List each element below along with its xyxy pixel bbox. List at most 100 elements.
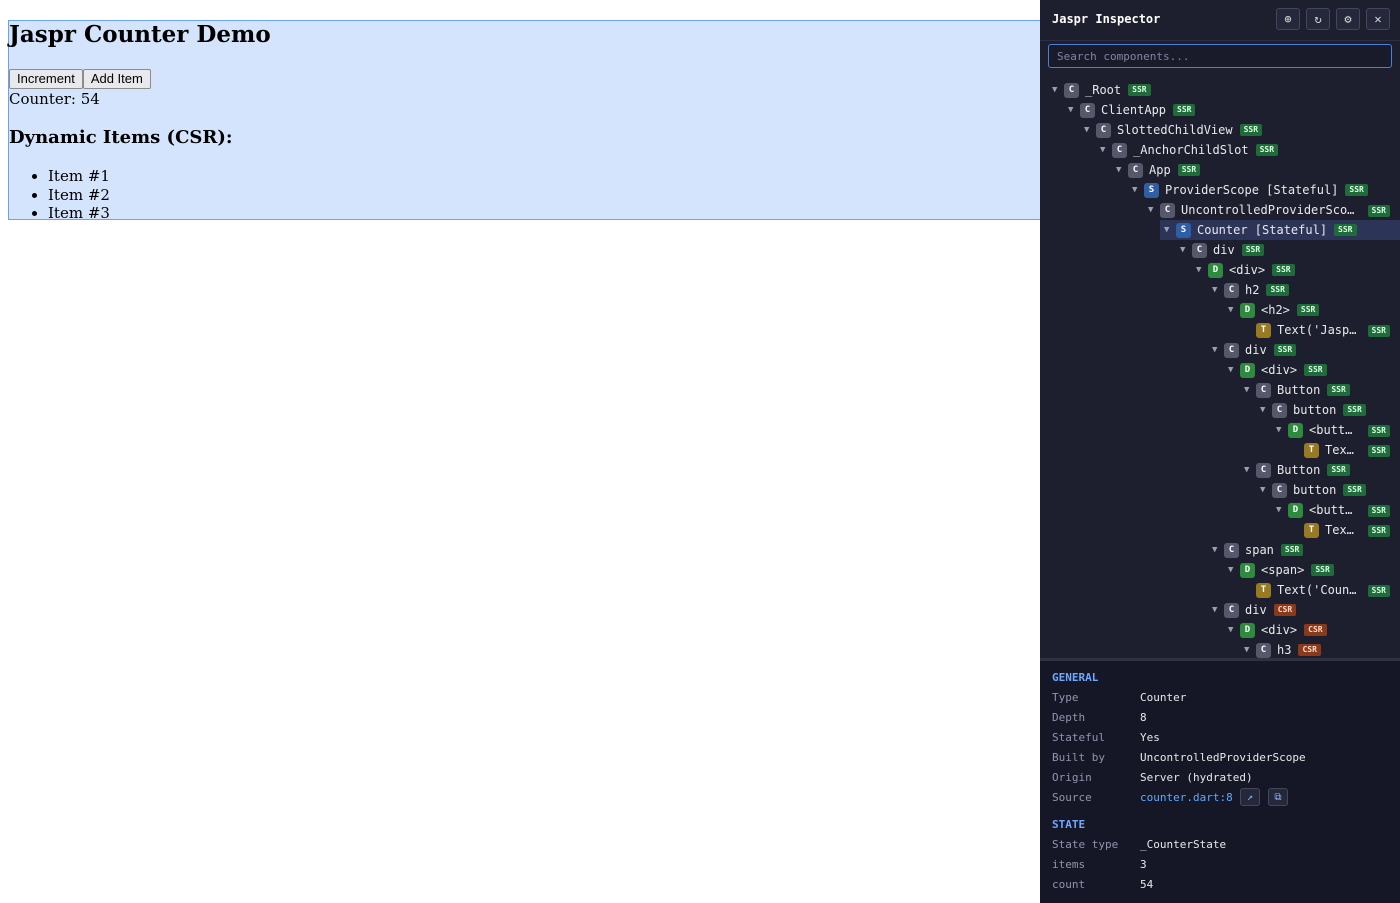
tree-node-row[interactable]: ▼ C UncontrolledProviderSco… SSR xyxy=(1040,200,1400,220)
node-kind-badge: C xyxy=(1224,542,1239,558)
render-mode-badge: SSR xyxy=(1334,224,1357,236)
tree-node-label: <butt… xyxy=(1309,423,1353,437)
expand-caret-icon[interactable]: ▼ xyxy=(1276,425,1288,435)
tree-node-row[interactable]: ▼ D <div> SSR xyxy=(1040,360,1400,380)
tree-node-row[interactable]: T Tex… SSR xyxy=(1040,520,1400,540)
tree-node-row[interactable]: ▼ S Counter [Stateful] SSR xyxy=(1040,220,1400,240)
tree-node-row[interactable]: ▼ C Button SSR xyxy=(1040,460,1400,480)
render-mode-badge: SSR xyxy=(1345,184,1368,196)
tree-node-label: UncontrolledProviderSco… xyxy=(1181,203,1355,217)
node-kind-badge: D xyxy=(1240,362,1255,378)
expand-caret-icon[interactable]: ▼ xyxy=(1148,205,1160,215)
expand-caret-icon[interactable]: ▼ xyxy=(1100,145,1112,155)
tree-node-label: SlottedChildView xyxy=(1117,123,1233,137)
tree-node-label: <div> xyxy=(1261,623,1298,637)
tree-node-row[interactable]: ▼ C _AnchorChildSlot SSR xyxy=(1040,140,1400,160)
node-kind-badge: T xyxy=(1256,582,1271,598)
close-icon[interactable]: ✕ xyxy=(1366,8,1390,30)
inspector-toolbar: ⊕ ↻ ⚙ ✕ xyxy=(1276,8,1390,30)
tree-node-row[interactable]: ▼ Cbutton SSR xyxy=(1040,480,1400,500)
expand-caret-icon[interactable]: ▼ xyxy=(1164,225,1176,235)
tree-node-row[interactable]: ▼ Cdiv SSR xyxy=(1040,340,1400,360)
expand-caret-icon[interactable]: ▼ xyxy=(1132,185,1144,195)
render-mode-badge: SSR xyxy=(1273,344,1297,356)
tree-node-row[interactable]: ▼ S ProviderScope [Stateful] SSR xyxy=(1040,180,1400,200)
inspector-panel: Jaspr Inspector ⊕↻⚙✕ ▼C_RootSSR▼CClientA… xyxy=(1040,0,1400,903)
tree-node-label: div xyxy=(1245,343,1267,357)
tree-node-label: div xyxy=(1213,243,1235,257)
render-mode-badge: SSR xyxy=(1266,284,1289,296)
property-key: Depth xyxy=(1052,711,1086,724)
expand-caret-icon[interactable]: ▼ xyxy=(1244,465,1256,475)
node-kind-badge: C xyxy=(1256,642,1271,658)
expand-caret-icon[interactable]: ▼ xyxy=(1212,545,1224,555)
render-mode-badge: SSR xyxy=(1239,124,1263,136)
expand-caret-icon[interactable]: ▼ xyxy=(1180,245,1192,255)
node-kind-badge: C xyxy=(1256,462,1271,478)
expand-caret-icon[interactable]: ▼ xyxy=(1228,365,1240,375)
component-search-input[interactable] xyxy=(1048,44,1392,68)
expand-caret-icon[interactable]: ▼ xyxy=(1228,565,1240,575)
property-key: items xyxy=(1052,858,1086,871)
tree-node-row[interactable]: ▼ D <div> SSR xyxy=(1040,260,1400,280)
refresh-icon[interactable]: ↻ xyxy=(1306,8,1330,30)
state-section-heading: STATE xyxy=(1052,818,1086,831)
tree-node-row[interactable]: ▼ D <butt… SSR xyxy=(1040,500,1400,520)
add-item-button[interactable]: Add Item xyxy=(82,69,151,89)
expand-caret-icon[interactable]: ▼ xyxy=(1068,105,1080,115)
tree-node-row[interactable]: ▼ D <butt… SSR xyxy=(1040,420,1400,440)
component-tree: ▼ C _Root SSR ▼ C ClientApp SSR ▼ C SlottedChildVi… xyxy=(1040,80,1400,658)
expand-caret-icon[interactable]: ▼ xyxy=(1116,165,1128,175)
increment-button[interactable]: Increment xyxy=(9,69,83,89)
tree-node-row[interactable]: T Tex… SSR xyxy=(1040,440,1400,460)
expand-caret-icon[interactable]: ▼ xyxy=(1228,625,1240,635)
tree-node-row[interactable]: ▼ Cdiv SSR xyxy=(1040,240,1400,260)
node-kind-badge: C xyxy=(1224,602,1239,618)
expand-caret-icon[interactable]: ▼ xyxy=(1276,505,1288,515)
render-mode-badge: SSR xyxy=(1327,464,1350,476)
expand-caret-icon[interactable]: ▼ xyxy=(1212,285,1224,295)
tree-node-label: <h2> xyxy=(1261,303,1290,317)
tree-node-row[interactable]: ▼ C ClientApp SSR xyxy=(1040,100,1400,120)
property-row: Stateful Yes xyxy=(1052,731,1392,749)
tree-node-row[interactable]: T Text('Jasp… SSR xyxy=(1040,320,1400,340)
property-value: Server (hydrated) xyxy=(1140,771,1253,784)
tree-node-row[interactable]: ▼ Ch3 CSR xyxy=(1040,640,1400,658)
tree-node-row[interactable]: ▼ D <div> CSR xyxy=(1040,620,1400,640)
expand-caret-icon[interactable]: ▼ xyxy=(1196,265,1208,275)
tree-node-row[interactable]: ▼ Cspan SSR xyxy=(1040,540,1400,560)
node-kind-badge: C xyxy=(1128,162,1143,178)
property-row: Built by UncontrolledProviderScope xyxy=(1052,751,1392,769)
tree-node-row[interactable]: ▼ C App SSR xyxy=(1040,160,1400,180)
property-key: Origin xyxy=(1052,771,1092,784)
tree-node-row[interactable]: T Text('Coun… SSR xyxy=(1040,580,1400,600)
copy-path-icon[interactable]: ⧉ xyxy=(1268,788,1288,806)
tree-node-row[interactable]: ▼ D <h2> SSR xyxy=(1040,300,1400,320)
tree-node-row[interactable]: ▼ D <span> SSR xyxy=(1040,560,1400,580)
tree-node-row[interactable]: ▼ Cbutton SSR xyxy=(1040,400,1400,420)
tree-node-row[interactable]: ▼ Ch2 SSR xyxy=(1040,280,1400,300)
node-kind-badge: D xyxy=(1208,262,1223,278)
expand-caret-icon[interactable]: ▼ xyxy=(1084,125,1096,135)
tree-node-row[interactable]: ▼ C SlottedChildView SSR xyxy=(1040,120,1400,140)
expand-caret-icon[interactable]: ▼ xyxy=(1260,405,1272,415)
node-kind-badge: T xyxy=(1304,522,1319,538)
tree-node-row[interactable]: ▼ C _Root SSR xyxy=(1040,80,1400,100)
tree-node-row[interactable]: ▼ C Button SSR xyxy=(1040,380,1400,400)
render-mode-badge: SSR xyxy=(1367,425,1390,437)
settings-gear-icon[interactable]: ⚙ xyxy=(1336,8,1360,30)
tree-node-label: Text('Jasp… xyxy=(1277,323,1357,337)
expand-caret-icon[interactable]: ▼ xyxy=(1212,605,1224,615)
inspect-target-icon[interactable]: ⊕ xyxy=(1276,8,1300,30)
expand-caret-icon[interactable]: ▼ xyxy=(1212,345,1224,355)
expand-caret-icon[interactable]: ▼ xyxy=(1260,485,1272,495)
expand-caret-icon[interactable]: ▼ xyxy=(1052,85,1064,95)
tree-node-label: Button xyxy=(1277,383,1321,397)
source-link[interactable]: counter.dart:8 xyxy=(1140,791,1233,804)
expand-caret-icon[interactable]: ▼ xyxy=(1228,305,1240,315)
open-in-editor-icon[interactable]: ↗ xyxy=(1240,788,1260,806)
expand-caret-icon[interactable]: ▼ xyxy=(1244,645,1256,655)
expand-caret-icon[interactable]: ▼ xyxy=(1244,385,1256,395)
render-mode-badge: SSR xyxy=(1280,544,1304,556)
tree-node-row[interactable]: ▼ Cdiv CSR xyxy=(1040,600,1400,620)
